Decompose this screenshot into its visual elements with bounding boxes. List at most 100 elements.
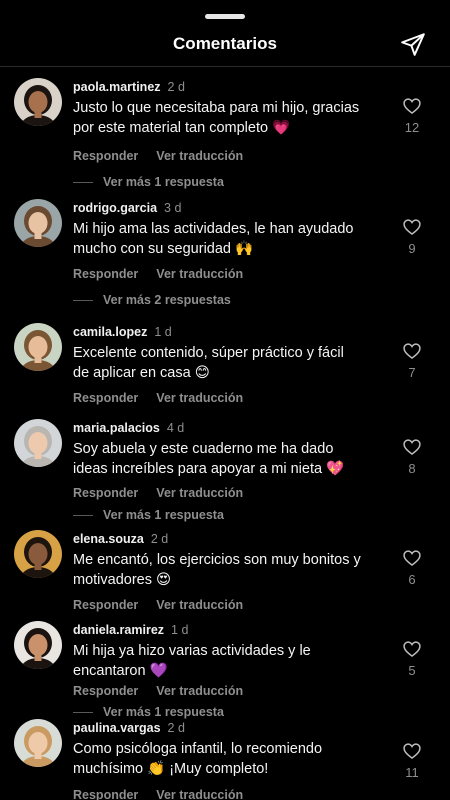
avatar[interactable] <box>14 530 62 578</box>
heart-icon <box>403 98 421 115</box>
like-button[interactable]: 12 <box>400 96 424 135</box>
username[interactable]: camila.lopez <box>73 325 147 339</box>
like-button[interactable]: 11 <box>400 741 424 780</box>
replies-divider-line <box>73 300 93 302</box>
translate-button[interactable]: Ver traducción <box>156 486 243 500</box>
comment-text: Como psicóloga infantil, lo recomiendo m… <box>73 741 323 777</box>
like-button[interactable]: 7 <box>400 341 424 380</box>
reply-button[interactable]: Responder <box>73 788 138 800</box>
comment-item: elena.souza 2 d Me encantó, los ejercicios… <box>0 530 450 612</box>
comment-time: 2 d <box>150 532 169 546</box>
username[interactable]: paola.martinez <box>73 80 161 94</box>
reply-button[interactable]: Responder <box>73 684 138 698</box>
comment-meta: paola.martinez 2 d <box>73 80 185 94</box>
comment-actions: Responder Ver traducción <box>73 391 243 405</box>
comment-actions: Responder Ver traducción <box>73 486 243 500</box>
like-count: 11 <box>405 765 419 780</box>
like-count: 8 <box>408 461 416 476</box>
avatar[interactable] <box>14 323 62 371</box>
avatar[interactable] <box>14 419 62 467</box>
heart-icon <box>403 743 421 760</box>
comment-text: Mi hijo ama las actividades, le han ayud… <box>73 221 354 257</box>
like-count: 5 <box>408 663 416 678</box>
comment-meta: rodrigo.garcia 3 d <box>73 201 181 215</box>
comment-time: 4 d <box>166 421 185 435</box>
view-replies-button[interactable]: Ver más 1 respuesta <box>73 508 224 522</box>
comment-text: Mi hija ya hizo varias actividades y le … <box>73 643 311 679</box>
avatar[interactable] <box>14 78 62 126</box>
like-button[interactable]: 9 <box>400 217 424 256</box>
like-count: 12 <box>404 120 420 135</box>
replies-divider-line <box>73 182 93 184</box>
comment-item: rodrigo.garcia 3 d Mi hijo ama las activid… <box>0 199 450 307</box>
comment-text: Soy abuela y este cuaderno me ha dado id… <box>73 441 345 477</box>
view-replies-label: Ver más 1 respuesta <box>103 508 224 522</box>
heart-icon <box>403 641 421 658</box>
comment-meta: camila.lopez 1 d <box>73 325 172 339</box>
view-replies-label: Ver más 1 respuesta <box>103 705 224 719</box>
reply-button[interactable]: Responder <box>73 486 138 500</box>
like-button[interactable]: 5 <box>400 639 424 678</box>
reply-button[interactable]: Responder <box>73 598 138 612</box>
translate-button[interactable]: Ver traducción <box>156 149 243 163</box>
comment-time: 1 d <box>154 325 172 339</box>
translate-button[interactable]: Ver traducción <box>156 391 243 405</box>
comment-meta: daniela.ramirez 1 d <box>73 623 188 637</box>
send-icon[interactable] <box>400 31 426 57</box>
sheet-grabber-handle[interactable] <box>205 14 245 19</box>
comments-header: Comentarios <box>0 28 450 62</box>
comment-actions: Responder Ver traducción <box>73 684 243 698</box>
comment-actions: Responder Ver traducción <box>73 267 243 281</box>
view-replies-button[interactable]: Ver más 1 respuesta <box>73 705 224 719</box>
translate-button[interactable]: Ver traducción <box>156 598 243 612</box>
header-divider <box>0 66 450 67</box>
comment-actions: Responder Ver traducción <box>73 149 243 163</box>
comment-time: 3 d <box>164 201 182 215</box>
view-replies-label: Ver más 2 respuestas <box>103 293 231 307</box>
page-title: Comentarios <box>173 34 277 53</box>
view-replies-button[interactable]: Ver más 2 respuestas <box>73 293 231 307</box>
replies-divider-line <box>73 712 93 714</box>
heart-icon <box>403 343 421 360</box>
comment-item: camila.lopez 1 d Excelente contenido, súpe… <box>0 323 450 405</box>
comment-actions: Responder Ver traducción <box>73 598 243 612</box>
heart-icon <box>403 219 421 236</box>
reply-button[interactable]: Responder <box>73 267 138 281</box>
like-count: 6 <box>408 572 416 587</box>
comment-meta: paulina.vargas 2 d <box>73 721 185 735</box>
avatar[interactable] <box>14 719 62 767</box>
username[interactable]: daniela.ramirez <box>73 623 164 637</box>
comment-time: 2 d <box>167 80 185 94</box>
reply-button[interactable]: Responder <box>73 391 138 405</box>
comment-item: maria.palacios 4 d Soy abuela y este cuade… <box>0 419 450 522</box>
comment-actions: Responder Ver traducción <box>73 788 243 800</box>
comment-time: 1 d <box>171 623 189 637</box>
comment-item: daniela.ramirez 1 d Mi hija ya hizo varias… <box>0 621 450 719</box>
username[interactable]: paulina.vargas <box>73 721 161 735</box>
comment-text: Me encantó, los ejercicios son muy bonit… <box>73 552 361 588</box>
reply-button[interactable]: Responder <box>73 149 138 163</box>
heart-icon <box>403 439 421 456</box>
comment-time: 2 d <box>167 721 185 735</box>
like-count: 7 <box>408 365 416 380</box>
username[interactable]: rodrigo.garcia <box>73 201 157 215</box>
avatar[interactable] <box>14 621 62 669</box>
comment-text: Excelente contenido, súper práctico y fá… <box>73 345 344 381</box>
like-button[interactable]: 6 <box>400 548 424 587</box>
comment-meta: elena.souza 2 d <box>73 532 168 546</box>
like-count: 9 <box>408 241 416 256</box>
comment-meta: maria.palacios 4 d <box>73 421 184 435</box>
translate-button[interactable]: Ver traducción <box>156 788 243 800</box>
comment-item: paulina.vargas 2 d Como psicóloga infantil… <box>0 719 450 800</box>
comment-text: Justo lo que necesitaba para mi hijo, gr… <box>73 100 360 136</box>
username[interactable]: maria.palacios <box>73 421 160 435</box>
like-button[interactable]: 8 <box>400 437 424 476</box>
translate-button[interactable]: Ver traducción <box>156 267 243 281</box>
comment-item: paola.martinez 2 d Justo lo que necesitaba… <box>0 78 450 189</box>
avatar[interactable] <box>14 199 62 247</box>
replies-divider-line <box>73 515 93 517</box>
view-replies-button[interactable]: Ver más 1 respuesta <box>73 175 224 189</box>
username[interactable]: elena.souza <box>73 532 144 546</box>
translate-button[interactable]: Ver traducción <box>156 684 243 698</box>
view-replies-label: Ver más 1 respuesta <box>103 175 224 189</box>
